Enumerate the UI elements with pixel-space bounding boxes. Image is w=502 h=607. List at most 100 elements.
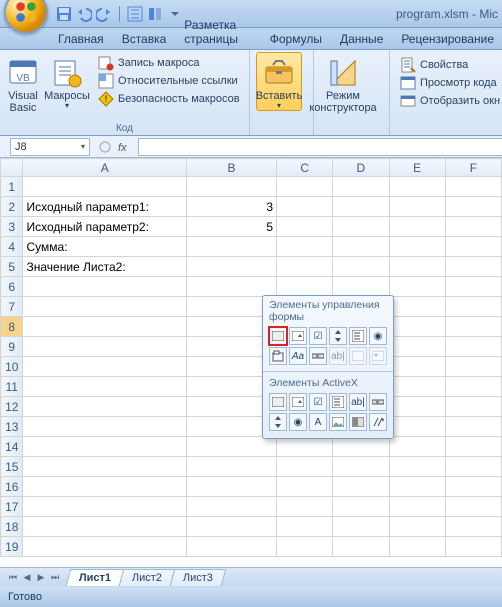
cell[interactable] [187,277,277,297]
cell[interactable] [333,517,389,537]
cell[interactable]: 3 [187,197,277,217]
cell[interactable] [277,277,333,297]
row-header[interactable]: 19 [1,537,23,557]
cell[interactable] [445,237,501,257]
redo-icon[interactable] [96,6,112,22]
cell[interactable] [445,517,501,537]
col-header-c[interactable]: C [277,159,333,177]
cell[interactable] [389,197,445,217]
chevron-down-icon[interactable]: ▾ [81,142,85,151]
cell[interactable] [445,377,501,397]
cell[interactable] [389,297,445,317]
insert-control-button[interactable]: Вставить ▾ [256,52,302,111]
tab-review[interactable]: Рецензирование [393,29,502,49]
cell[interactable] [277,177,333,197]
cell[interactable] [445,217,501,237]
ax-more-controls[interactable] [369,413,387,431]
cell[interactable] [389,357,445,377]
cell[interactable] [187,537,277,557]
row-header[interactable]: 1 [1,177,23,197]
row-header[interactable]: 4 [1,237,23,257]
cell[interactable] [445,177,501,197]
cell[interactable] [389,457,445,477]
cell[interactable] [389,217,445,237]
qat-extra2-icon[interactable] [147,6,163,22]
cell[interactable] [333,177,389,197]
cell[interactable] [333,197,389,217]
form-checkbox-control[interactable]: ☑ [309,327,327,345]
cell[interactable] [23,457,187,477]
ax-option-control[interactable]: ◉ [289,413,307,431]
tab-insert[interactable]: Вставка [114,29,175,49]
cell[interactable] [277,197,333,217]
cell[interactable] [23,177,187,197]
cell[interactable] [445,277,501,297]
ax-textbox-control[interactable]: ab| [349,393,367,411]
visual-basic-button[interactable]: VB Visual Basic [6,52,40,115]
cell[interactable] [445,357,501,377]
cell[interactable] [389,257,445,277]
form-listbox-control[interactable] [349,327,367,345]
cell[interactable] [187,457,277,477]
cell[interactable]: Исходный параметр2: [23,217,187,237]
row-header[interactable]: 15 [1,457,23,477]
fx-icon[interactable]: fx [118,140,132,154]
cell[interactable] [333,237,389,257]
cell[interactable] [277,257,333,277]
sheet-tab-1[interactable]: Лист1 [66,569,125,586]
form-image-disabled-control[interactable] [369,347,387,365]
cell[interactable] [389,397,445,417]
cell[interactable] [277,457,333,477]
tab-home[interactable]: Главная [50,29,112,49]
row-header[interactable]: 11 [1,377,23,397]
row-header[interactable]: 10 [1,357,23,377]
cell[interactable] [23,397,187,417]
cell[interactable] [445,397,501,417]
col-header-e[interactable]: E [389,159,445,177]
cell[interactable] [389,517,445,537]
cell[interactable] [23,477,187,497]
spreadsheet-grid[interactable]: A B C D E F 12Исходный параметр1:33Исход… [0,158,502,557]
qat-dropdown-icon[interactable] [167,6,183,22]
cell[interactable]: Исходный параметр1: [23,197,187,217]
cell[interactable] [277,437,333,457]
col-header-b[interactable]: B [187,159,277,177]
row-header[interactable]: 18 [1,517,23,537]
cell[interactable] [333,537,389,557]
cell[interactable] [389,237,445,257]
ax-scrollbar-control[interactable] [369,393,387,411]
cell[interactable] [187,237,277,257]
cell[interactable] [445,317,501,337]
formula-input[interactable] [138,138,502,156]
relative-refs-button[interactable]: Относительные ссылки [94,72,244,90]
col-header-d[interactable]: D [333,159,389,177]
col-header-a[interactable]: A [23,159,187,177]
select-all-corner[interactable] [1,159,23,177]
cancel-icon[interactable] [98,140,112,154]
cell[interactable] [277,217,333,237]
nav-next-icon[interactable]: ▶ [34,572,48,583]
sheet-tab-3[interactable]: Лист3 [170,569,227,586]
cell[interactable]: Значение Листа2: [23,257,187,277]
ax-combobox-control[interactable] [289,393,307,411]
cell[interactable] [23,437,187,457]
cell[interactable] [333,437,389,457]
ax-toggle-control[interactable] [349,413,367,431]
form-scrollbar-control[interactable] [309,347,327,365]
cell[interactable] [23,537,187,557]
form-combobox-control[interactable] [289,327,307,345]
col-header-f[interactable]: F [445,159,501,177]
tab-formulas[interactable]: Формулы [262,29,330,49]
row-header[interactable]: 6 [1,277,23,297]
cell[interactable] [389,477,445,497]
sheet-tab-2[interactable]: Лист2 [119,569,176,586]
nav-first-icon[interactable]: ⏮ [6,572,20,583]
cell[interactable] [389,437,445,457]
ax-spinner-control[interactable] [269,413,287,431]
cell[interactable] [23,297,187,317]
cell[interactable] [445,197,501,217]
cell[interactable] [23,417,187,437]
row-header[interactable]: 8 [1,317,23,337]
row-header[interactable]: 12 [1,397,23,417]
nav-last-icon[interactable]: ⏭ [48,572,62,583]
